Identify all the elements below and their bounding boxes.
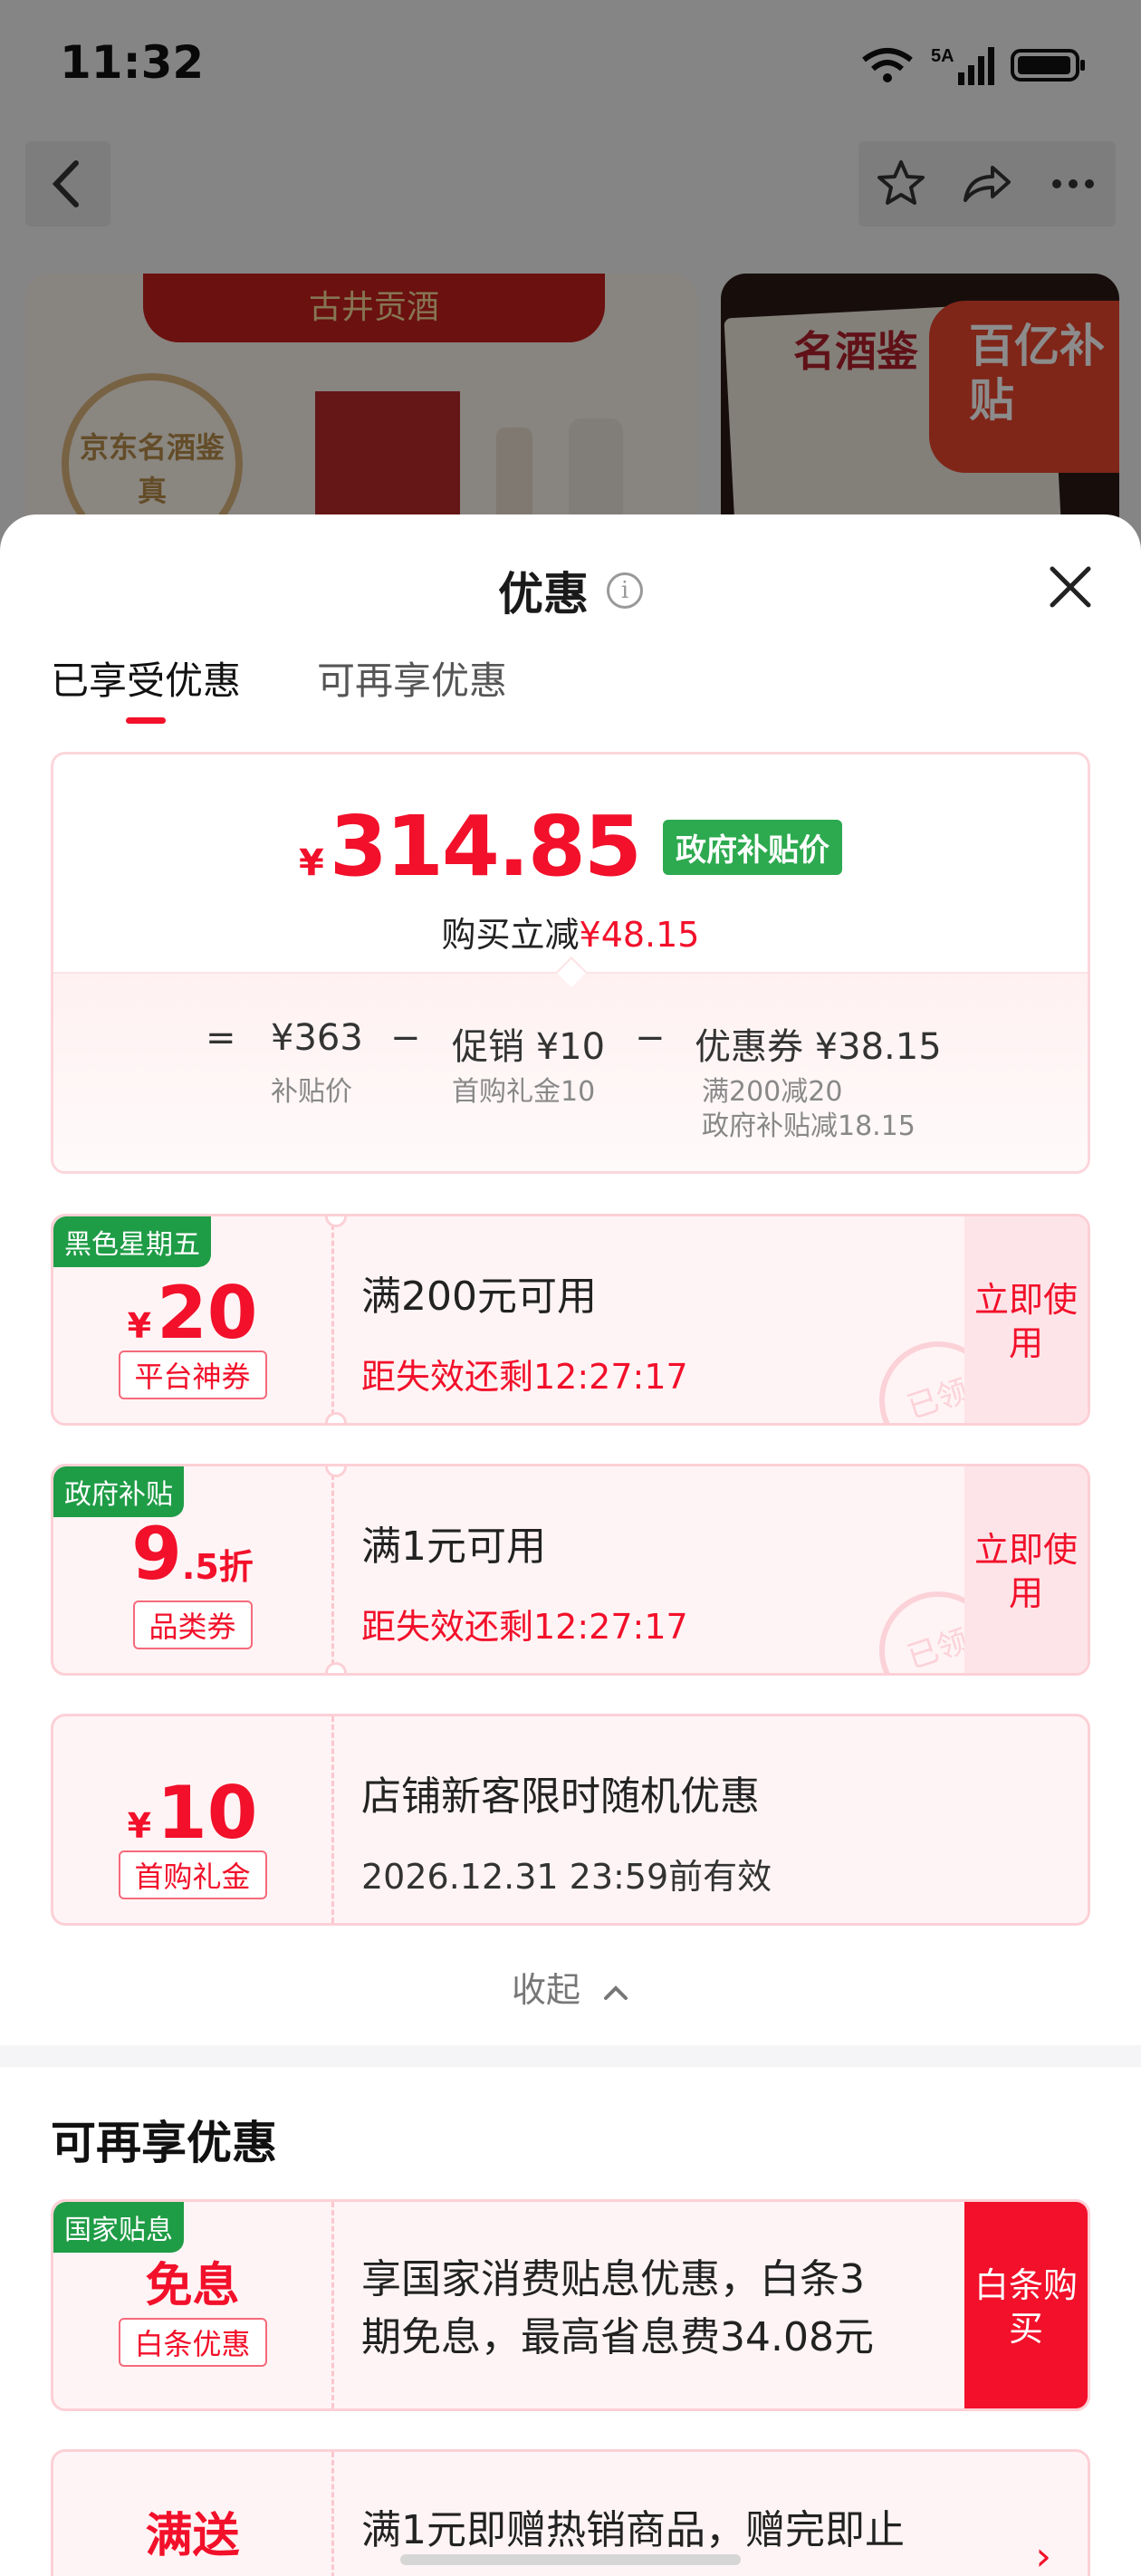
info-icon[interactable]: i — [607, 572, 643, 609]
ticket-notch — [325, 1662, 347, 1673]
background-product-page: 11:32 5A 古井贡酒 京东名酒鉴真 名酒鉴 百亿补贴 — [0, 0, 1141, 562]
final-price: 314.85 — [329, 798, 642, 895]
currency-symbol: ¥ — [127, 1806, 152, 1846]
minus-sign: − — [635, 1017, 666, 1059]
coupon-expiry: 2026.12.31 23:59前有效 — [361, 1857, 772, 1897]
coupon-card: ¥10 首购礼金 店铺新客限时随机优惠 2026.12.31 23:59前有效 — [51, 1714, 1090, 1926]
base-price-value: ¥363 — [271, 1017, 363, 1059]
coupon-label-1: 满200减20 — [702, 1076, 843, 1108]
coupon-discount: 9 — [131, 1512, 182, 1596]
minus-sign: − — [390, 1017, 421, 1059]
reduce-line: 购买立减¥48.15 — [53, 907, 1088, 956]
baitiao-buy-button[interactable]: 白条购买 — [964, 2202, 1088, 2408]
currency-symbol: ¥ — [127, 1306, 152, 1346]
price-breakdown: = ¥363 − 促销 ¥10 − 优惠券 ¥38.15 补贴价 首购礼金10 … — [53, 972, 1088, 1171]
currency-symbol: ¥ — [299, 842, 324, 884]
section-title: 可再享优惠 — [51, 2117, 277, 2169]
equals-sign: = — [206, 1017, 236, 1059]
offer-value-panel: 满送 — [53, 2452, 334, 2576]
use-now-button[interactable]: 立即使用 — [964, 1216, 1088, 1423]
coupon-card: 9.5折 品类券 政府补贴 满1元可用 距失效还剩12:27:17 已领 立即使… — [51, 1464, 1090, 1676]
coupon-tag: 政府补贴 — [53, 1466, 184, 1517]
coupon-kind: 首购礼金 — [118, 1850, 267, 1899]
tab-more-discounts[interactable]: 可再享优惠 — [317, 650, 507, 724]
coupon-condition: 满1元可用 — [361, 1523, 546, 1570]
offer-description: 满1元即赠热销商品，赠完即止 — [361, 2507, 905, 2553]
collapse-label: 收起 — [511, 1970, 580, 2010]
promo-value: 促销 ¥10 — [452, 1026, 606, 1068]
coupon-kind: 平台神券 — [118, 1350, 267, 1399]
coupon-amount: 10 — [157, 1771, 258, 1855]
section-divider — [0, 2045, 1141, 2067]
coupon-tag: 黑色星期五 — [53, 1216, 211, 1267]
offer-kind: 白条优惠 — [118, 2318, 267, 2367]
coupon-countdown: 距失效还剩12:27:17 — [361, 1607, 688, 1647]
offer-headline: 满送 — [145, 2509, 240, 2563]
coupon-label-2: 政府补贴减18.15 — [702, 1110, 916, 1142]
coupon-card: ¥20 平台神券 黑色星期五 满200元可用 距失效还剩12:27:17 已领 … — [51, 1214, 1090, 1426]
reduce-prefix: 购买立减 — [441, 915, 580, 955]
offer-description-line-2: 期免息，最高省息费34.08元 — [361, 2314, 874, 2360]
offer-headline: 免息 — [145, 2259, 240, 2313]
offer-tag: 国家贴息 — [53, 2202, 184, 2253]
coupon-discount-suffix: .5折 — [181, 1547, 254, 1587]
tab-enjoyed-discounts[interactable]: 已享受优惠 — [51, 650, 241, 724]
reduce-amount: ¥48.15 — [579, 915, 700, 955]
coupon-description: 店铺新客限时随机优惠 — [361, 1773, 760, 1820]
use-now-button[interactable]: 立即使用 — [964, 1466, 1088, 1673]
sheet-header: 优惠 i 已享受优惠 可再享优惠 — [0, 514, 1141, 724]
offer-description-line-1: 享国家消费贴息优惠，白条3 — [361, 2256, 865, 2302]
coupon-value-panel: ¥10 首购礼金 — [53, 1716, 334, 1923]
price-summary-card: ¥ 314.85 政府补贴价 购买立减¥48.15 = ¥363 − 促销 ¥1… — [51, 752, 1090, 1174]
promo-label: 首购礼金10 — [452, 1076, 596, 1108]
coupon-kind: 品类券 — [132, 1600, 253, 1649]
home-indicator[interactable] — [400, 2554, 741, 2565]
sheet-title: 优惠 — [498, 568, 589, 620]
ticket-notch — [325, 1412, 347, 1423]
close-icon[interactable] — [1045, 562, 1096, 612]
tab-bar: 已享受优惠 可再享优惠 — [51, 650, 507, 724]
base-price-label: 补贴价 — [271, 1076, 352, 1108]
modal-overlay[interactable] — [0, 0, 1141, 562]
coupon-value: 优惠券 ¥38.15 — [695, 1026, 942, 1068]
offer-card: 免息 白条优惠 国家贴息 享国家消费贴息优惠，白条3 期免息，最高省息费34.0… — [51, 2199, 1090, 2411]
coupon-condition: 满200元可用 — [361, 1274, 597, 1320]
coupon-amount: 20 — [157, 1271, 258, 1355]
collapse-button[interactable]: 收起 — [0, 1962, 1141, 2012]
chevron-right-icon: › — [1035, 2533, 1051, 2576]
discount-sheet: 优惠 i 已享受优惠 可再享优惠 ¥ 314.85 政府补贴价 购买立减¥48.… — [0, 514, 1141, 2576]
coupon-countdown: 距失效还剩12:27:17 — [361, 1357, 688, 1397]
chevron-up-icon — [604, 1985, 628, 2000]
price-badge: 政府补贴价 — [662, 820, 842, 875]
